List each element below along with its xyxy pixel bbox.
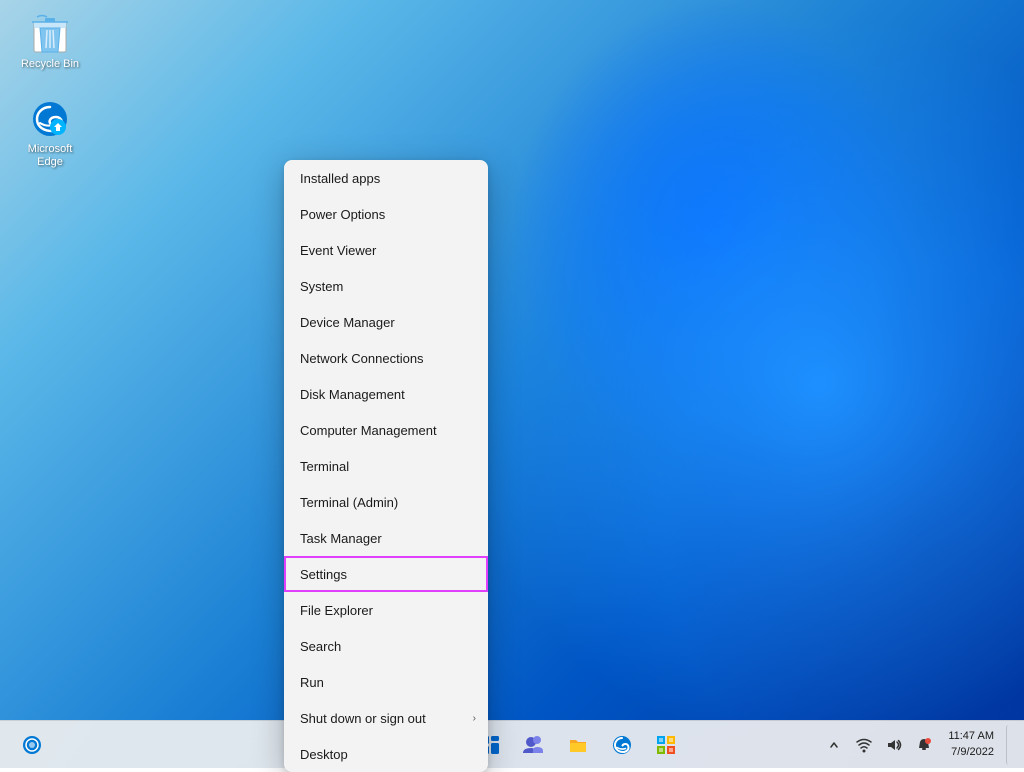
taskbar-edge-button[interactable] (602, 725, 642, 765)
system-tray (820, 731, 938, 759)
taskbar-left (0, 725, 52, 765)
tray-volume[interactable] (880, 731, 908, 759)
recycle-bin-label: Recycle Bin (21, 58, 79, 71)
menu-item-event-viewer[interactable]: Event Viewer (284, 232, 488, 268)
menu-item-file-explorer[interactable]: File Explorer (284, 592, 488, 628)
menu-item-installed-apps[interactable]: Installed apps (284, 160, 488, 196)
menu-item-terminal[interactable]: Terminal (284, 448, 488, 484)
microsoft-edge-icon[interactable]: Microsoft Edge (10, 95, 90, 173)
menu-item-settings[interactable]: Settings (284, 556, 488, 592)
menu-item-terminal-admin[interactable]: Terminal (Admin) (284, 484, 488, 520)
menu-item-system[interactable]: System (284, 268, 488, 304)
taskbar-store-button[interactable] (646, 725, 686, 765)
cortana-button[interactable] (12, 725, 52, 765)
menu-item-run[interactable]: Run (284, 664, 488, 700)
tray-notification-icon[interactable] (910, 731, 938, 759)
show-desktop-button[interactable] (1006, 725, 1012, 765)
clock[interactable]: 11:47 AM 7/9/2022 (942, 729, 1000, 760)
desktop: Recycle Bin Microsoft Edge Installed app… (0, 0, 1024, 768)
menu-item-search[interactable]: Search (284, 628, 488, 664)
recycle-bin-icon[interactable]: Recycle Bin (10, 10, 90, 75)
menu-item-device-manager[interactable]: Device Manager (284, 304, 488, 340)
menu-item-power-options[interactable]: Power Options (284, 196, 488, 232)
teams-chat-button[interactable] (514, 725, 554, 765)
tray-network[interactable] (850, 731, 878, 759)
taskbar-right: 11:47 AM 7/9/2022 (820, 725, 1024, 765)
taskbar: 11:47 AM 7/9/2022 (0, 720, 1024, 768)
menu-item-desktop[interactable]: Desktop (284, 736, 488, 772)
context-menu: Installed apps Power Options Event Viewe… (284, 160, 488, 772)
menu-item-network-connections[interactable]: Network Connections (284, 340, 488, 376)
microsoft-edge-label: Microsoft Edge (14, 143, 86, 169)
time-display: 11:47 AM (948, 729, 994, 744)
menu-item-shut-down[interactable]: Shut down or sign out › (284, 700, 488, 736)
date-display: 7/9/2022 (948, 745, 994, 760)
menu-item-computer-management[interactable]: Computer Management (284, 412, 488, 448)
tray-chevron[interactable] (820, 731, 848, 759)
menu-item-task-manager[interactable]: Task Manager (284, 520, 488, 556)
menu-item-disk-management[interactable]: Disk Management (284, 376, 488, 412)
taskbar-file-explorer-button[interactable] (558, 725, 598, 765)
submenu-arrow: › (473, 713, 476, 724)
